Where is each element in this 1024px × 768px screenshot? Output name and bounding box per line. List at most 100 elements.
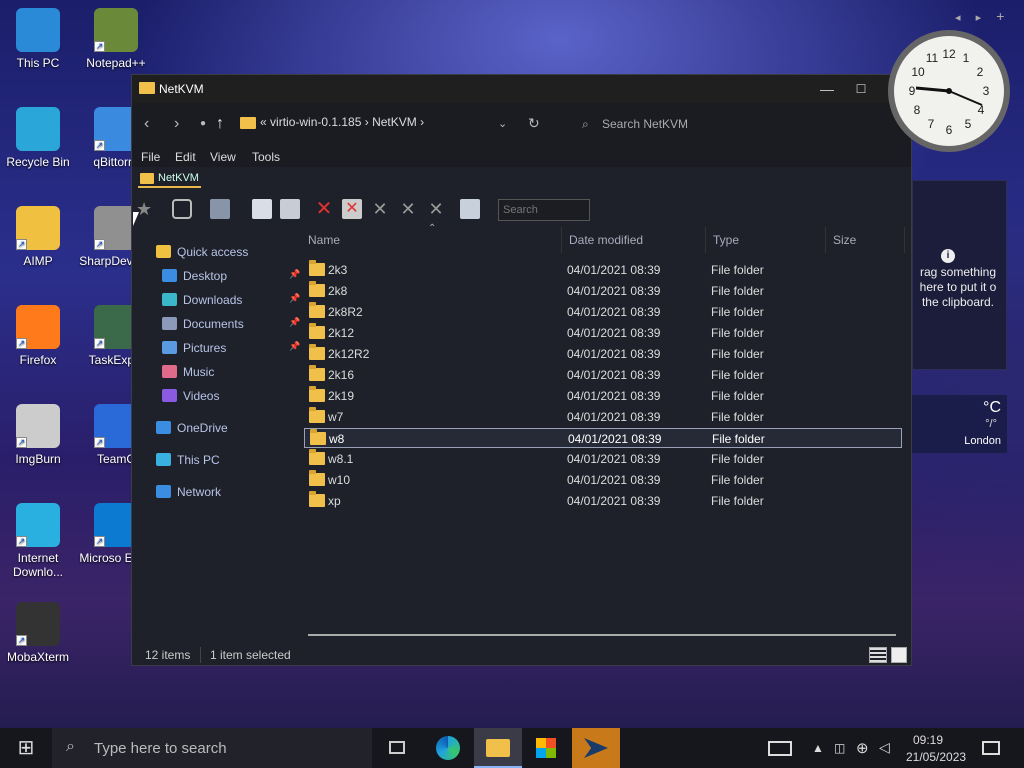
column-divider[interactable] (825, 227, 826, 253)
recent-dot-icon[interactable]: ● (200, 118, 206, 129)
column-divider[interactable] (705, 227, 706, 253)
volume-muted-icon[interactable]: ◁ (879, 739, 890, 756)
sort-chevron-up-icon: ⌃ (428, 223, 437, 234)
history-icon[interactable] (172, 199, 192, 219)
clock-time[interactable]: 09:19 (913, 733, 943, 747)
shortcut-arrow-icon: ↗ (94, 536, 105, 547)
file-row[interactable]: 2k16 04/01/2021 08:39 File folder (304, 365, 902, 385)
details-view-icon[interactable] (869, 647, 887, 663)
file-row[interactable]: 2k19 04/01/2021 08:39 File folder (304, 386, 902, 406)
title-bar[interactable]: NetKVM — ☐ ✕ (132, 75, 911, 103)
clipboard-widget[interactable]: i rag something here to put it o the cli… (912, 180, 1007, 370)
widget-nav: ◂ ▸ + (955, 8, 1004, 24)
videos-icon (162, 389, 177, 402)
widget-prev-icon[interactable]: ◂ (955, 12, 961, 24)
file-row[interactable]: 2k8R2 04/01/2021 08:39 File folder (304, 302, 902, 322)
taskbar-powershell-app[interactable] (572, 728, 620, 768)
file-row[interactable]: w8.1 04/01/2021 08:39 File folder (304, 449, 902, 469)
pin-icon[interactable]: 📌 (289, 341, 300, 352)
desktop-icon-imgburn[interactable]: ↗ ImgBurn (0, 404, 76, 466)
notifications-icon[interactable] (982, 741, 1000, 755)
desktop-icon-mobaxterm[interactable]: ↗ MobaXterm (0, 602, 76, 664)
toolbar-search-input[interactable] (498, 199, 590, 221)
pin-icon[interactable]: 📌 (289, 317, 300, 328)
delete-window-icon[interactable]: ✕ (342, 199, 362, 219)
taskbar-store[interactable] (522, 728, 570, 768)
globe-icon[interactable]: ⊕ (856, 739, 869, 757)
desktop-icon-aimp[interactable]: ↗ AIMP (0, 206, 76, 268)
column-divider[interactable] (904, 227, 905, 253)
pc-icon (16, 8, 60, 52)
file-date: 04/01/2021 08:39 (567, 284, 661, 298)
desktop-icon-internet-download[interactable]: ↗ Internet Downlo... (0, 503, 76, 579)
widget-add-icon[interactable]: + (996, 8, 1004, 24)
file-row[interactable]: 2k8 04/01/2021 08:39 File folder (304, 281, 902, 301)
column-header-type[interactable]: Type (713, 233, 739, 247)
clock-date[interactable]: 21/05/2023 (906, 750, 966, 764)
column-header-date[interactable]: Date modified (569, 233, 643, 247)
menu-edit[interactable]: Edit (175, 150, 196, 164)
file-date: 04/01/2021 08:39 (567, 368, 661, 382)
news-icon[interactable] (768, 741, 792, 756)
chevron-down-icon[interactable]: ⌄ (498, 117, 507, 130)
weather-widget[interactable]: °C °/° London (912, 395, 1007, 453)
taskbar-edge[interactable] (424, 728, 472, 768)
search-input[interactable]: ⌕ Search NetKVM (572, 111, 872, 137)
copy-icon[interactable] (280, 199, 300, 219)
forward-arrow-icon[interactable]: › (174, 115, 179, 133)
cut-icon[interactable]: ✕ (370, 199, 390, 219)
star-icon (156, 245, 171, 258)
folder-tab[interactable]: NetKVM (138, 170, 201, 188)
toolbar: ★ ✕ ✕ ✕ ✕ ✕ (132, 193, 911, 225)
app-arrow-icon (584, 738, 608, 758)
file-row[interactable]: 2k12 04/01/2021 08:39 File folder (304, 323, 902, 343)
tray-chevron-up-icon[interactable]: ▲ (812, 741, 824, 755)
column-divider[interactable] (561, 227, 562, 253)
cut-alt-icon[interactable]: ✕ (398, 199, 418, 219)
file-row[interactable]: w7 04/01/2021 08:39 File folder (304, 407, 902, 427)
breadcrumb-virtio[interactable]: virtio-win-0.1.185 (270, 115, 361, 129)
task-view-button[interactable] (374, 728, 422, 768)
large-icons-view-icon[interactable] (891, 647, 907, 663)
refresh-icon[interactable]: ↻ (528, 115, 540, 132)
menu-view[interactable]: View (210, 150, 236, 164)
file-row[interactable]: w10 04/01/2021 08:39 File folder (304, 470, 902, 490)
taskbar-file-explorer[interactable] (474, 728, 522, 768)
column-header-size[interactable]: Size (833, 233, 856, 247)
address-bar-row: ‹ › ● ↑ « virtio-win-0.1.185 › NetKVM › … (132, 103, 911, 145)
minimize-button[interactable]: — (810, 75, 844, 103)
camera-icon[interactable]: ◫ (834, 741, 845, 755)
maximize-button[interactable]: ☐ (844, 75, 878, 103)
menu-tools[interactable]: Tools (252, 150, 280, 164)
file-row[interactable]: w8 04/01/2021 08:39 File folder (304, 428, 902, 448)
windows-flag-icon[interactable] (210, 199, 230, 219)
column-header-name[interactable]: Name (308, 233, 340, 247)
pin-icon[interactable]: 📌 (289, 293, 300, 304)
view-options-icon[interactable] (460, 199, 480, 219)
move-icon[interactable] (252, 199, 272, 219)
horizontal-scrollbar[interactable] (308, 634, 896, 636)
svg-text:5: 5 (965, 117, 972, 131)
desktop-icon-firefox[interactable]: ↗ Firefox (0, 305, 76, 367)
pin-icon[interactable]: 📌 (289, 269, 300, 280)
start-button[interactable]: ⊞ (0, 728, 52, 768)
up-arrow-icon[interactable]: ↑ (216, 115, 224, 133)
menu-file[interactable]: File (141, 150, 160, 164)
shortcut-arrow-icon: ↗ (94, 239, 105, 250)
widget-next-icon[interactable]: ▸ (976, 12, 982, 24)
file-name: 2k8 (328, 284, 348, 298)
taskbar-search-box[interactable]: ⌕ Type here to search (52, 728, 372, 768)
breadcrumb-overflow[interactable]: « (260, 115, 267, 129)
back-arrow-icon[interactable]: ‹ (144, 115, 149, 133)
desktop-icon-pc[interactable]: This PC (0, 8, 76, 70)
delete-icon[interactable]: ✕ (314, 199, 334, 219)
file-row[interactable]: xp 04/01/2021 08:39 File folder (304, 491, 902, 511)
breadcrumb-netkvm[interactable]: NetKVM (372, 115, 417, 129)
desktop-icon-recycle-bin[interactable]: Recycle Bin (0, 107, 76, 169)
remove-icon[interactable]: ✕ (426, 199, 446, 219)
file-date: 04/01/2021 08:39 (567, 305, 661, 319)
file-row[interactable]: 2k12R2 04/01/2021 08:39 File folder (304, 344, 902, 364)
file-row[interactable]: 2k3 04/01/2021 08:39 File folder (304, 260, 902, 280)
breadcrumb[interactable]: « virtio-win-0.1.185 › NetKVM › (260, 115, 424, 129)
desktop-icon-notepad[interactable]: ↗ Notepad++ (78, 8, 154, 70)
